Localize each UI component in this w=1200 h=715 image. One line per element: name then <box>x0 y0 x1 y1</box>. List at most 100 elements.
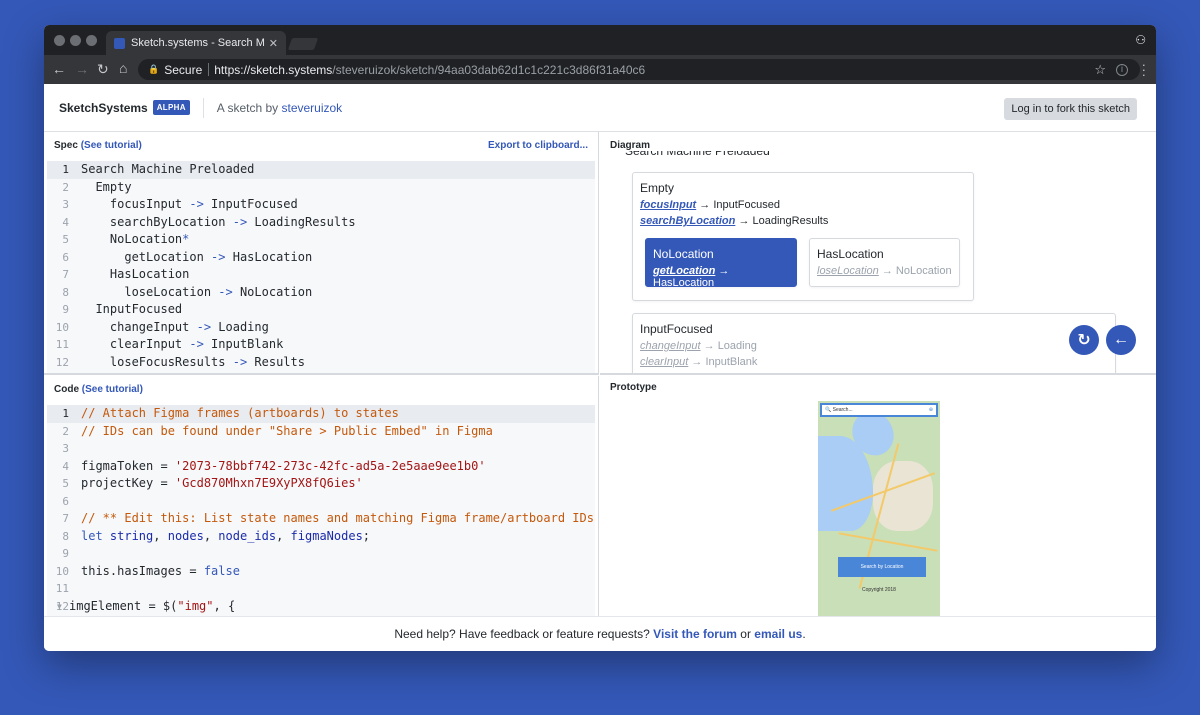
export-to-clipboard-link[interactable]: Export to clipboard... <box>488 140 588 151</box>
author-link[interactable]: steveruizok <box>281 101 342 115</box>
locate-icon[interactable]: ⊕ <box>929 407 933 413</box>
state-empty[interactable]: Empty focusInput → InputFocused searchBy… <box>632 172 974 301</box>
line-number: 7 <box>62 268 69 281</box>
code-token: , <box>203 528 219 543</box>
code-line: 7 HasLocation <box>47 266 595 284</box>
line-number: 8 <box>62 285 69 299</box>
code-editor[interactable]: 1 // Attach Figma frames (artboards) to s… <box>47 405 595 616</box>
code-token: focusInput <box>81 197 190 211</box>
diagram-title: Diagram <box>610 140 651 151</box>
transition-row[interactable]: searchByLocation → LoadingResults <box>640 215 966 227</box>
line-number: 3 <box>62 198 69 211</box>
byline-prefix: A sketch by <box>216 100 282 115</box>
code-pane: Code (See tutorial) 1 // Attach Figma fra… <box>44 376 599 616</box>
code-token: loseFocusResults <box>81 354 233 369</box>
transition-row[interactable]: getLocation → HasLocation <box>653 265 789 289</box>
arrow-icon: → <box>738 215 750 227</box>
code-token: // ** Edit this: List state names and ma… <box>81 511 594 525</box>
search-by-location-button[interactable]: Search by Location <box>838 557 926 577</box>
code-text: loseFocusResults -> Results <box>69 354 305 372</box>
line-number: 11 <box>55 338 69 351</box>
code-text: clearInput -> InputBlank <box>69 336 283 354</box>
line-number: 2 <box>62 180 69 194</box>
footer-suffix: . <box>802 627 806 641</box>
login-to-fork-button[interactable]: Log in to fork this sketch <box>1004 98 1137 120</box>
line-number: 9 <box>62 303 69 316</box>
browser-tab[interactable]: Sketch.systems - Search Machi ✕ <box>106 31 286 55</box>
code-token: Results <box>247 354 305 369</box>
prototype-search-input[interactable]: 🔍 Search... ⊕ <box>820 403 938 417</box>
reset-icon[interactable]: ↻ <box>1069 325 1099 355</box>
back-icon[interactable]: ← <box>52 61 66 77</box>
info-icon[interactable]: i <box>1116 63 1128 76</box>
address-bar[interactable]: 🔒 Secure https://sketch.systems /steveru… <box>138 59 1140 80</box>
code-token: , <box>276 528 291 543</box>
state-haslocation[interactable]: HasLocation loseLocation → NoLocation <box>809 238 960 287</box>
browser-menu-icon[interactable]: · · · <box>1142 58 1146 81</box>
maximize-window-dot[interactable] <box>86 35 97 46</box>
code-line: 10 changeInput -> Loading <box>47 319 595 337</box>
reload-icon[interactable]: ↻ <box>97 61 109 78</box>
code-text: NoLocation* <box>69 231 190 249</box>
back-arrow-icon[interactable]: ← <box>1106 325 1136 355</box>
fold-chevron-icon[interactable]: ▼ <box>57 598 69 616</box>
close-window-dot[interactable] <box>54 35 65 46</box>
spec-editor[interactable]: 1 Search Machine Preloaded 2 Empty 3 focusI… <box>47 161 595 373</box>
event-loselocation[interactable]: loseLocation <box>817 265 879 277</box>
event-clearinput[interactable]: clearInput <box>640 356 688 368</box>
event-getlocation[interactable]: getLocation <box>653 265 715 277</box>
state-nolocation-name: NoLocation <box>653 247 714 261</box>
transition-row[interactable]: loseLocation → NoLocation <box>817 265 952 277</box>
code-line: 12 loseFocusResults -> Results <box>47 354 595 372</box>
code-token: LoadingResults <box>247 214 356 229</box>
forum-link[interactable]: Visit the forum <box>653 627 737 641</box>
alpha-badge: ALPHA <box>152 100 190 115</box>
code-token: let <box>81 528 110 543</box>
code-token: ; <box>362 528 371 543</box>
transition-row[interactable]: changeInput → Loading <box>640 340 1108 352</box>
code-text: // IDs can be found under "Share > Publi… <box>69 423 493 441</box>
code-tutorial-link[interactable]: (See tutorial) <box>82 384 143 395</box>
state-nolocation-active[interactable]: NoLocation getLocation → HasLocation <box>645 238 797 289</box>
transition-row[interactable]: clearInput → InputBlank <box>640 356 1108 368</box>
transition-row[interactable]: focusInput → InputFocused <box>640 199 966 211</box>
map-urban-area <box>873 461 933 531</box>
app-header: SketchSystems ALPHA A sketch by steverui… <box>44 84 1156 132</box>
arrow-icon: → <box>699 199 711 211</box>
code-token: figmaNodes <box>290 528 363 543</box>
forward-icon[interactable]: → <box>75 61 89 77</box>
state-inputfocused[interactable]: InputFocused changeInput → Loading clear… <box>632 313 1116 373</box>
spec-pane: Spec (See tutorial) Export to clipboard.… <box>44 132 599 375</box>
code-token: Search Machine Preloaded <box>81 162 255 176</box>
brand-name[interactable]: SketchSystems <box>59 101 148 115</box>
map-road <box>838 532 938 552</box>
url-host: https://sketch.systems <box>214 62 333 77</box>
line-number: 12 <box>55 355 69 369</box>
event-searchbylocation[interactable]: searchByLocation <box>640 215 735 227</box>
spec-tutorial-link[interactable]: (See tutorial) <box>81 140 142 151</box>
tab-close-icon[interactable]: ✕ <box>269 37 278 50</box>
event-focusinput[interactable]: focusInput <box>640 199 696 211</box>
code-line: 2 Empty <box>47 179 595 197</box>
line-number: 4 <box>62 215 69 229</box>
minimize-window-dot[interactable] <box>70 35 81 46</box>
new-tab-button[interactable] <box>287 38 319 50</box>
footer-middle: or <box>736 627 755 641</box>
code-line: 3 focusInput -> InputFocused <box>47 196 595 214</box>
map-copyright: Copyright 2018 <box>862 587 896 593</box>
prototype-phone-frame[interactable]: 🔍 Search... ⊕ Search by Location Copyrigh… <box>818 401 940 616</box>
line-number: 9 <box>62 547 69 560</box>
code-text: // Attach Figma frames (artboards) to st… <box>69 405 399 423</box>
home-icon[interactable]: ⌂ <box>119 60 127 76</box>
line-number: 8 <box>62 529 69 543</box>
code-token: nodes <box>167 528 204 543</box>
code-arrow: -> <box>218 284 233 299</box>
bookmark-star-icon[interactable]: ☆ <box>1094 62 1106 78</box>
code-token: node_ids <box>218 528 277 543</box>
code-token: searchByLocation <box>81 214 233 229</box>
event-changeinput[interactable]: changeInput <box>640 340 701 352</box>
email-link[interactable]: email us <box>754 627 802 641</box>
